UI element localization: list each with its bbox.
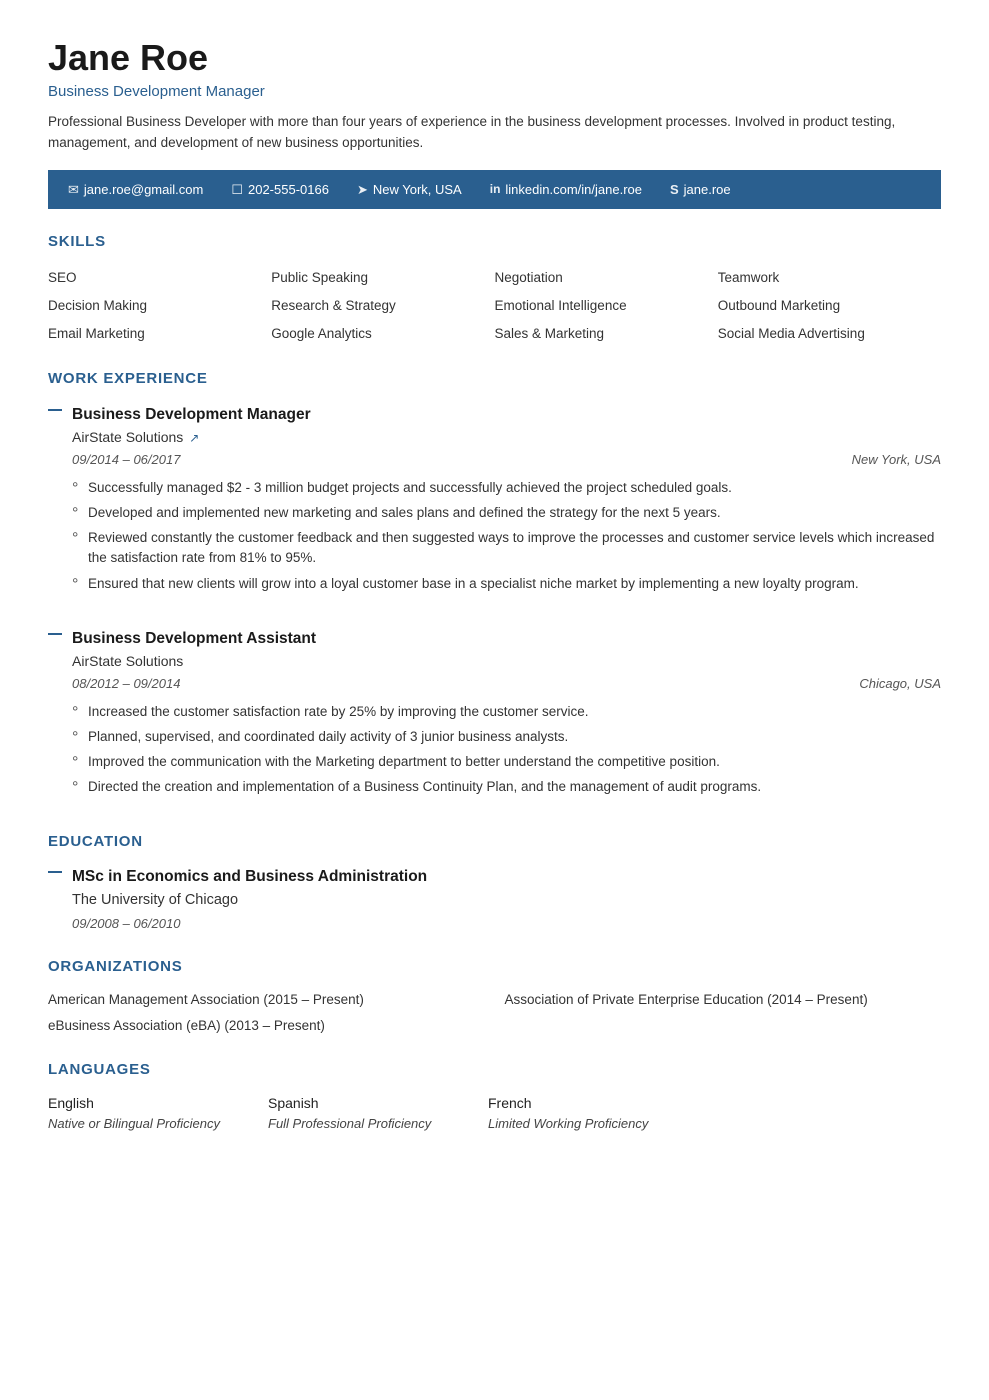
skill-item: Negotiation (495, 266, 718, 290)
contact-email: ✉ jane.roe@gmail.com (68, 180, 217, 200)
skill-item: Research & Strategy (271, 294, 494, 318)
email-icon: ✉ (68, 180, 79, 200)
languages-section: LANGUAGES EnglishNative or Bilingual Pro… (48, 1059, 941, 1134)
job-bullet: Ensured that new clients will grow into … (72, 574, 941, 594)
org-grid: American Management Association (2015 – … (48, 990, 941, 1010)
lang-item: EnglishNative or Bilingual Proficiency (48, 1093, 268, 1134)
languages-grid: EnglishNative or Bilingual ProficiencySp… (48, 1093, 941, 1134)
job-entry: Business Development AssistantAirState S… (48, 627, 941, 803)
job-bullet: Increased the customer satisfaction rate… (72, 702, 941, 722)
skill-item: Social Media Advertising (718, 322, 941, 346)
skills-title: SKILLS (48, 231, 941, 256)
job-content: Business Development ManagerAirState Sol… (72, 403, 941, 599)
job-title: Business Development Manager (72, 403, 941, 426)
lang-name: French (488, 1093, 708, 1114)
job-bullet: Improved the communication with the Mark… (72, 752, 941, 772)
contact-linkedin: in linkedin.com/in/jane.roe (476, 180, 656, 200)
job-bullet: Directed the creation and implementation… (72, 777, 941, 797)
education-entry: MSc in Economics and Business Administra… (48, 865, 941, 934)
skill-item: Teamwork (718, 266, 941, 290)
edu-date: 09/2008 – 06/2010 (72, 914, 941, 934)
contact-skype: S jane.roe (656, 180, 745, 200)
job-bullet: Planned, supervised, and coordinated dai… (72, 727, 941, 747)
organizations-section: ORGANIZATIONS American Management Associ… (48, 956, 941, 1037)
job-bullet: Reviewed constantly the customer feedbac… (72, 528, 941, 569)
education-entries: MSc in Economics and Business Administra… (48, 865, 941, 934)
edu-degree: MSc in Economics and Business Administra… (72, 865, 941, 888)
job-location: Chicago, USA (859, 674, 941, 694)
skype-icon: S (670, 180, 679, 200)
resume-header: Jane Roe Business Development Manager Pr… (48, 36, 941, 154)
job-left-bar (48, 403, 72, 599)
skill-item: Sales & Marketing (495, 322, 718, 346)
skills-grid: SEOPublic SpeakingNegotiationTeamwork Dec… (48, 266, 941, 347)
skills-section: SKILLS SEOPublic SpeakingNegotiationTeam… (48, 231, 941, 346)
organizations-title: ORGANIZATIONS (48, 956, 941, 981)
org-item: American Management Association (2015 – … (48, 990, 485, 1010)
linkedin-icon: in (490, 180, 501, 198)
lang-name: English (48, 1093, 268, 1114)
education-title: EDUCATION (48, 831, 941, 856)
edu-dash (48, 871, 62, 873)
lang-level: Native or Bilingual Proficiency (48, 1114, 268, 1134)
work-section: WORK EXPERIENCE Business Development Man… (48, 368, 941, 802)
job-left-bar (48, 627, 72, 803)
contact-location: ➤ New York, USA (343, 180, 476, 200)
lang-name: Spanish (268, 1093, 488, 1114)
job-title: Business Development Assistant (72, 627, 941, 650)
work-title: WORK EXPERIENCE (48, 368, 941, 393)
external-link-icon: ↗ (189, 429, 199, 447)
job-dash (48, 633, 62, 635)
job-content: Business Development AssistantAirState S… (72, 627, 941, 803)
job-date-location: 09/2014 – 06/2017 New York, USA (72, 450, 941, 470)
skill-item: Public Speaking (271, 266, 494, 290)
org-item: Association of Private Enterprise Educat… (505, 990, 942, 1010)
skill-item: Decision Making (48, 294, 271, 318)
skill-item: Email Marketing (48, 322, 271, 346)
job-bullet: Successfully managed $2 - 3 million budg… (72, 478, 941, 498)
phone-icon: ☐ (231, 180, 243, 200)
education-section: EDUCATION MSc in Economics and Business … (48, 831, 941, 934)
job-entry: Business Development ManagerAirState Sol… (48, 403, 941, 599)
candidate-summary: Professional Business Developer with mor… (48, 112, 918, 154)
skill-item: SEO (48, 266, 271, 290)
organizations-content: American Management Association (2015 – … (48, 990, 941, 1037)
job-date: 08/2012 – 09/2014 (72, 674, 180, 694)
contact-phone: ☐ 202-555-0166 (217, 180, 343, 200)
lang-item: SpanishFull Professional Proficiency (268, 1093, 488, 1134)
job-location: New York, USA (852, 450, 941, 470)
edu-left-bar (48, 865, 72, 934)
job-bullets: Increased the customer satisfaction rate… (72, 702, 941, 798)
edu-school: The University of Chicago (72, 890, 941, 912)
work-entries: Business Development ManagerAirState Sol… (48, 403, 941, 803)
edu-content: MSc in Economics and Business Administra… (72, 865, 941, 934)
job-bullet: Developed and implemented new marketing … (72, 503, 941, 523)
skill-item: Outbound Marketing (718, 294, 941, 318)
job-company: AirState Solutions (72, 427, 183, 448)
languages-title: LANGUAGES (48, 1059, 941, 1084)
candidate-title: Business Development Manager (48, 81, 941, 104)
job-company: AirState Solutions (72, 651, 183, 672)
lang-item: FrenchLimited Working Proficiency (488, 1093, 708, 1134)
skill-item: Emotional Intelligence (495, 294, 718, 318)
org-full-row: eBusiness Association (eBA) (2013 – Pres… (48, 1016, 941, 1036)
candidate-name: Jane Roe (48, 36, 941, 79)
job-company-row: AirState Solutions ↗ (72, 427, 941, 448)
contact-bar: ✉ jane.roe@gmail.com ☐ 202-555-0166 ➤ Ne… (48, 170, 941, 210)
job-date: 09/2014 – 06/2017 (72, 450, 180, 470)
job-company-row: AirState Solutions (72, 651, 941, 672)
job-bullets: Successfully managed $2 - 3 million budg… (72, 478, 941, 594)
job-dash (48, 409, 62, 411)
lang-level: Full Professional Proficiency (268, 1114, 488, 1134)
location-icon: ➤ (357, 180, 368, 200)
lang-level: Limited Working Proficiency (488, 1114, 708, 1134)
skill-item: Google Analytics (271, 322, 494, 346)
job-date-location: 08/2012 – 09/2014 Chicago, USA (72, 674, 941, 694)
